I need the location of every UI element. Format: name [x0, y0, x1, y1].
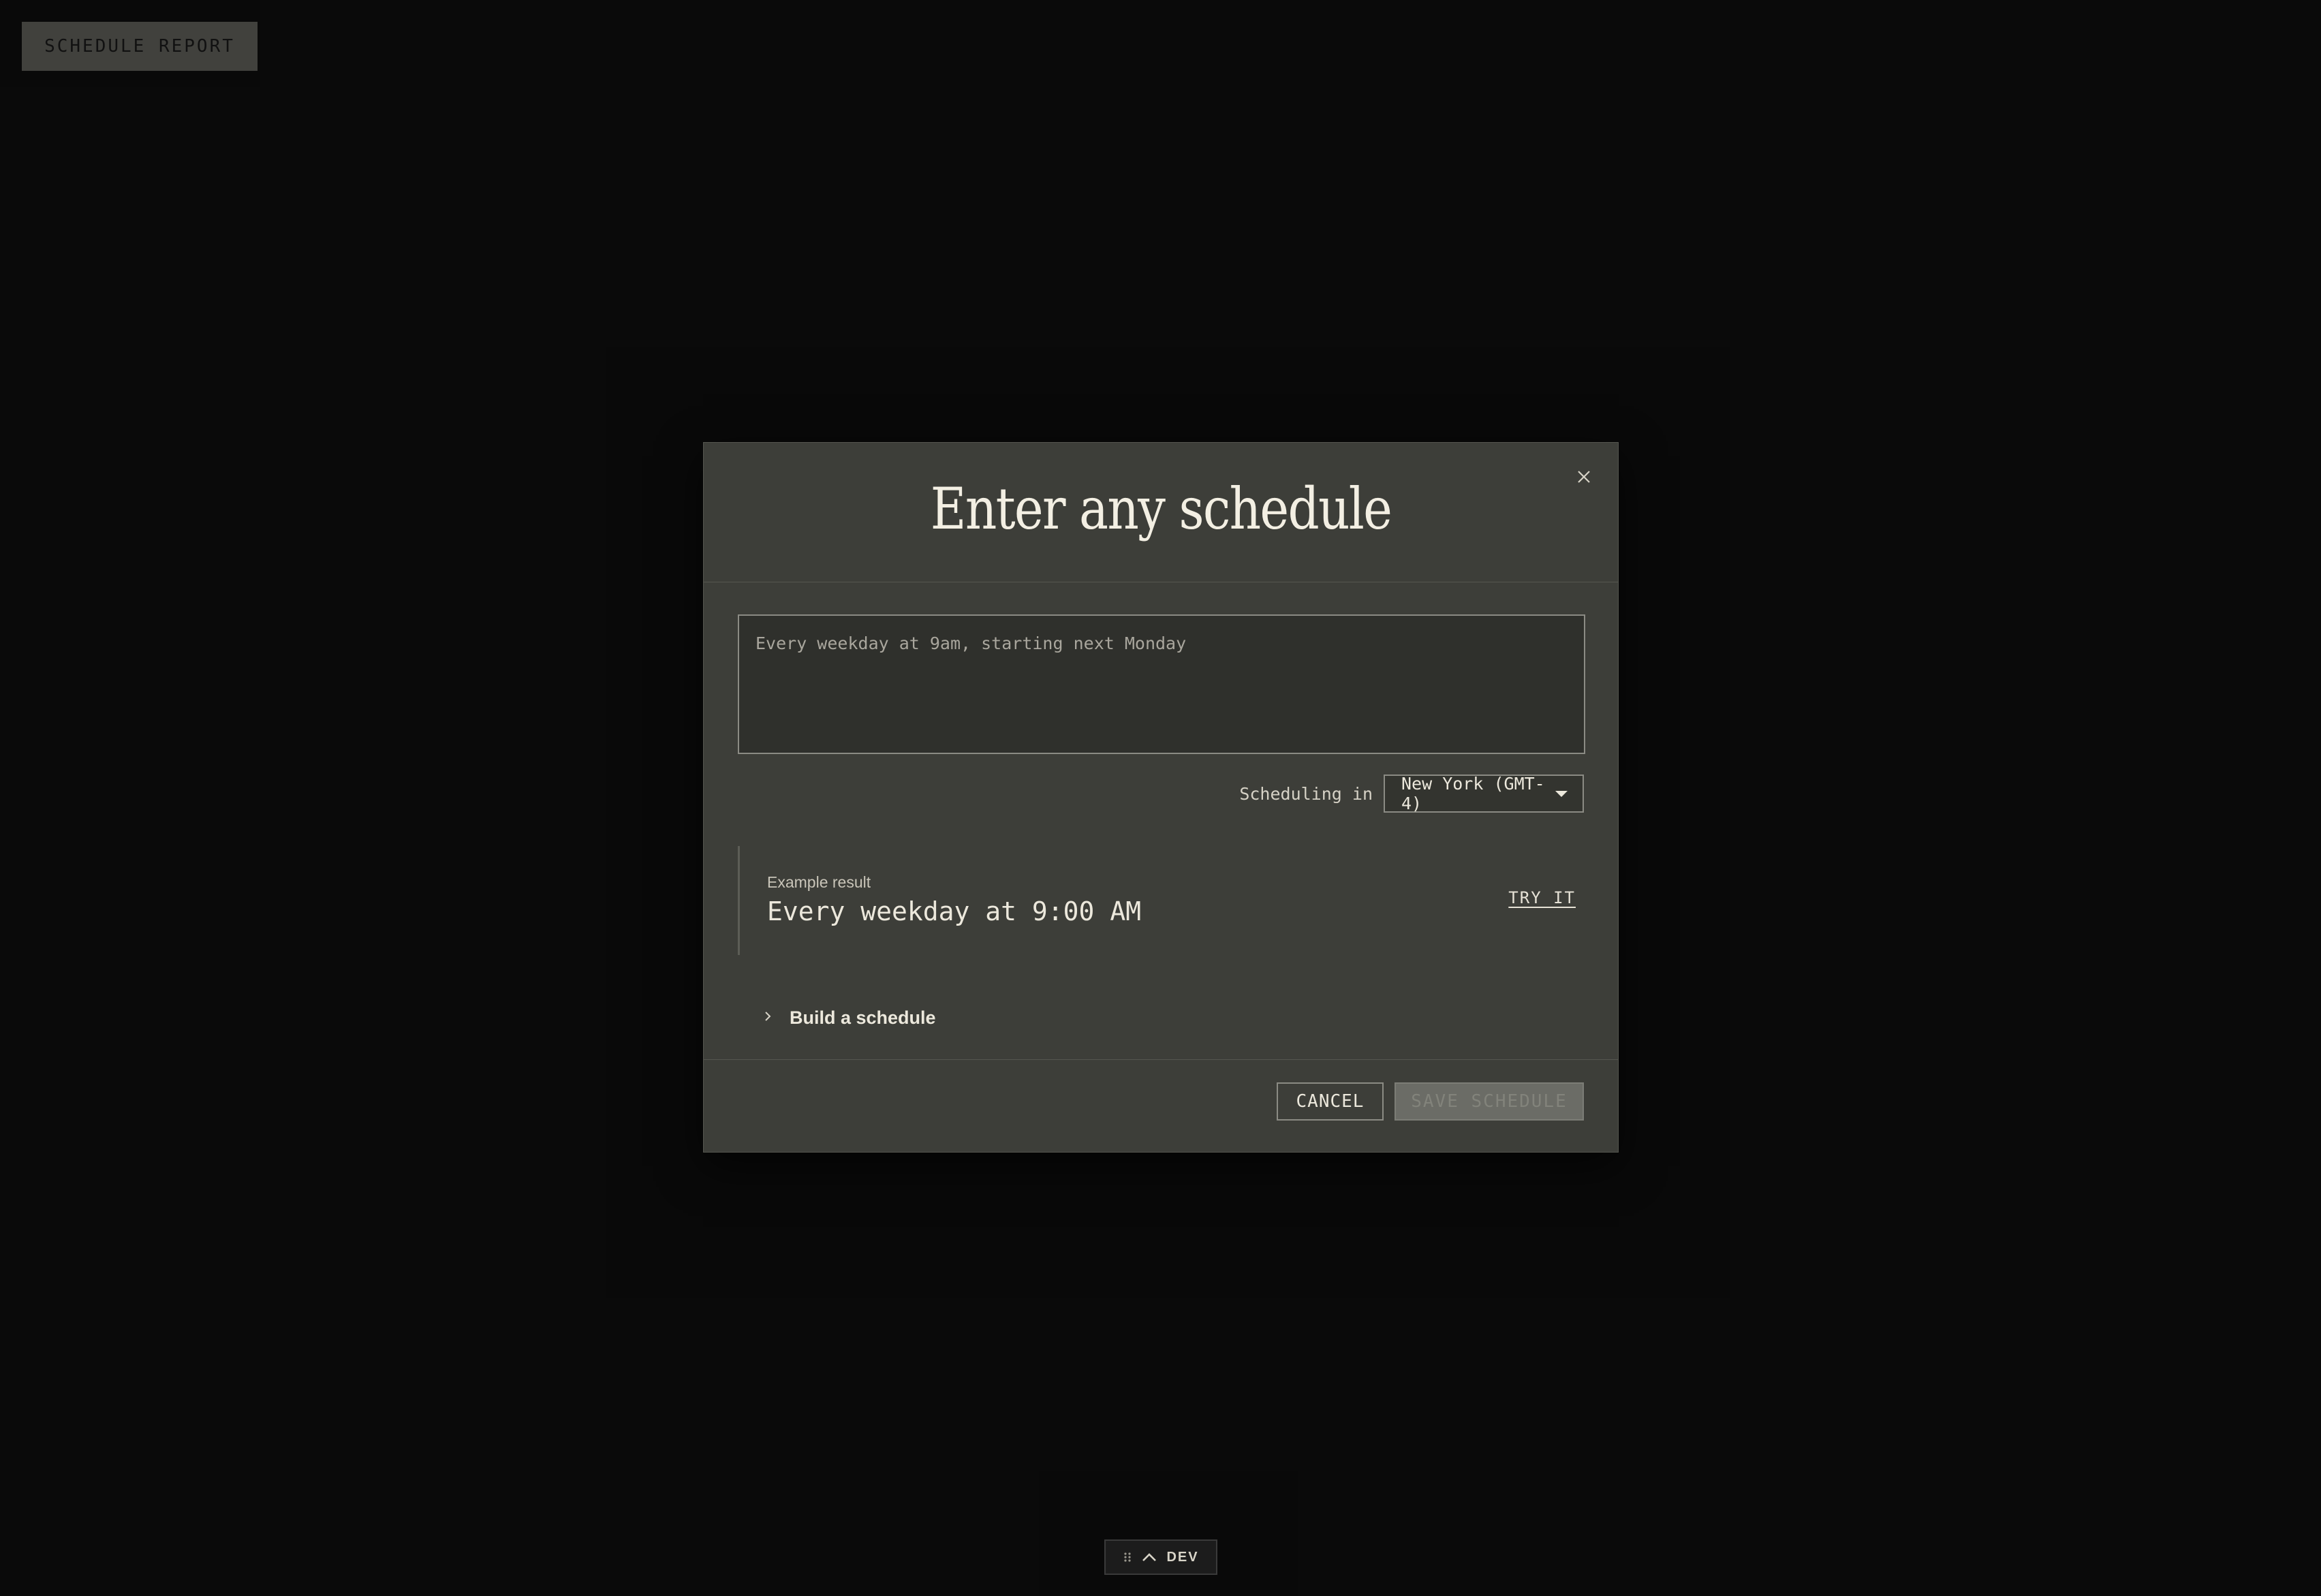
dialog-footer: CANCEL SAVE SCHEDULE [704, 1059, 1618, 1153]
schedule-dialog: Enter any schedule Scheduling in New Yor… [703, 442, 1619, 1153]
close-button[interactable] [1569, 462, 1599, 492]
example-result-value: Every weekday at 9:00 AM [767, 896, 1142, 926]
dialog-title: Enter any schedule [930, 475, 1392, 542]
chevron-right-icon [762, 1011, 773, 1025]
caret-down-icon [1555, 790, 1568, 797]
dev-toolbar[interactable]: DEV [1104, 1539, 1217, 1575]
timezone-label: Scheduling in [1239, 783, 1373, 804]
timezone-row: Scheduling in New York (GMT-4) [1239, 774, 1584, 813]
schedule-input[interactable] [738, 614, 1585, 754]
save-schedule-button[interactable]: SAVE SCHEDULE [1395, 1082, 1584, 1121]
chevron-up-icon[interactable] [1142, 1552, 1157, 1562]
example-result: Example result Every weekday at 9:00 AM … [738, 846, 1585, 955]
try-it-link[interactable]: TRY IT [1508, 888, 1576, 907]
close-icon [1578, 471, 1590, 483]
app-root: SCHEDULE REPORT Enter any schedule Sched… [0, 0, 2321, 1596]
dialog-header: Enter any schedule [704, 443, 1618, 582]
grip-icon[interactable] [1123, 1551, 1132, 1563]
timezone-select[interactable]: New York (GMT-4) [1384, 774, 1584, 813]
build-schedule-toggle[interactable]: Build a schedule [762, 1001, 936, 1034]
cancel-button[interactable]: CANCEL [1277, 1082, 1384, 1121]
example-result-label: Example result [767, 873, 871, 891]
dev-label: DEV [1166, 1549, 1199, 1565]
build-schedule-label: Build a schedule [790, 1007, 936, 1028]
timezone-selected-value: New York (GMT-4) [1401, 774, 1545, 813]
